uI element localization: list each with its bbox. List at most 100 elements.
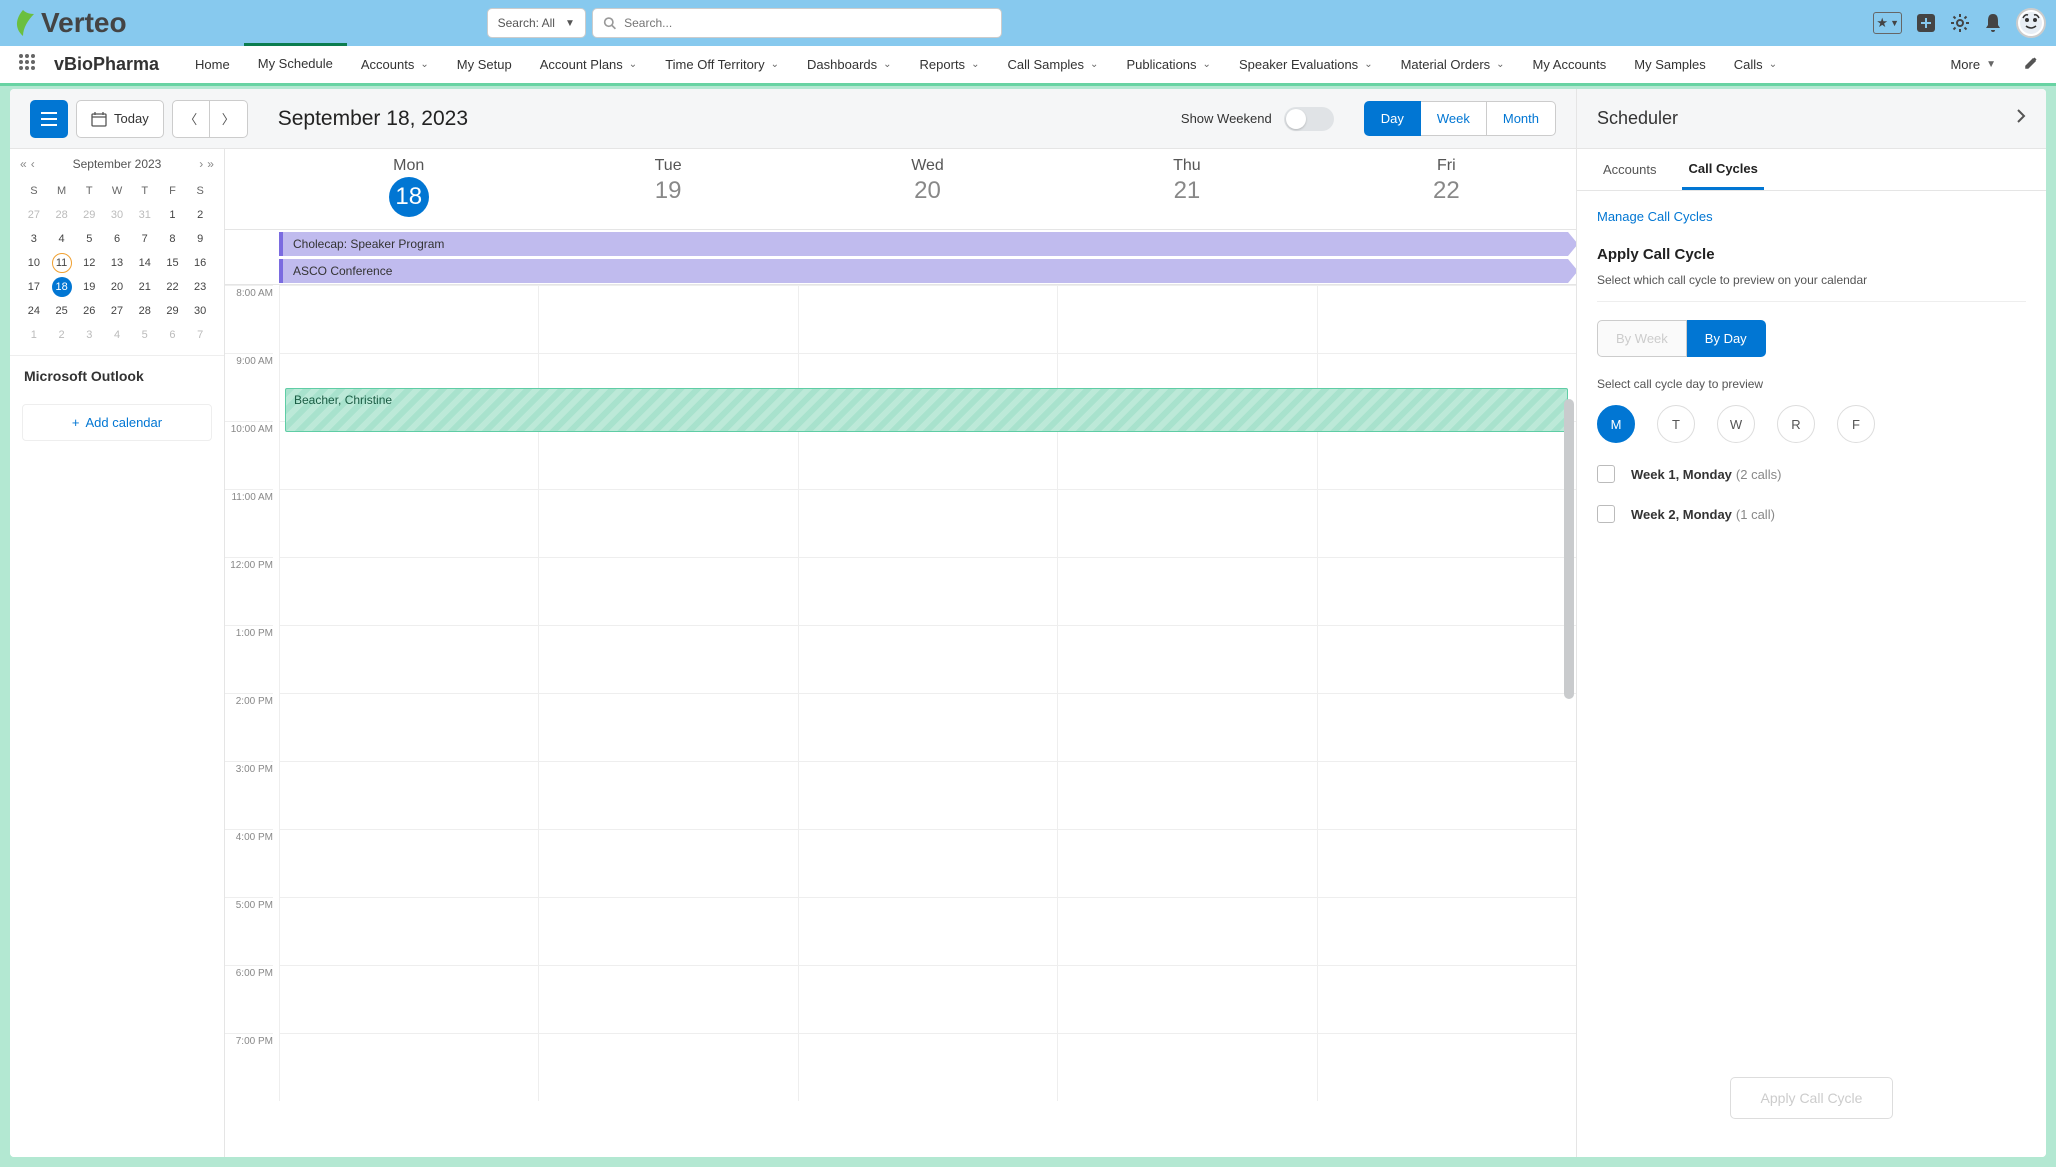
nav-tab[interactable]: Accounts⌄	[347, 46, 443, 83]
scrollbar-thumb[interactable]	[1564, 399, 1574, 699]
mini-day[interactable]: 5	[131, 323, 159, 347]
next-period-button[interactable]: 〉	[210, 100, 248, 138]
mini-day[interactable]: 26	[75, 299, 103, 323]
show-weekend-toggle[interactable]	[1284, 107, 1334, 131]
global-search[interactable]	[592, 8, 1002, 38]
nav-tab[interactable]: Calls⌄	[1720, 46, 1791, 83]
mini-day[interactable]: 18	[48, 275, 76, 299]
next-icon[interactable]: ›	[199, 157, 203, 171]
prev-icon[interactable]: ‹	[31, 157, 35, 171]
dow-button[interactable]: T	[1657, 405, 1695, 443]
mini-day[interactable]: 23	[186, 275, 214, 299]
dow-button[interactable]: W	[1717, 405, 1755, 443]
allday-event[interactable]: Cholecap: Speaker Program	[279, 232, 1568, 256]
nav-tab[interactable]: Time Off Territory⌄	[651, 46, 793, 83]
mini-day[interactable]: 20	[103, 275, 131, 299]
last-icon[interactable]: »	[207, 157, 214, 171]
mini-day[interactable]: 3	[75, 323, 103, 347]
mini-day[interactable]: 14	[131, 251, 159, 275]
mini-day[interactable]: 27	[20, 203, 48, 227]
scheduler-tab[interactable]: Accounts	[1597, 149, 1662, 190]
week-checkbox[interactable]	[1597, 505, 1615, 523]
calendar-event[interactable]: Beacher, Christine	[285, 388, 1568, 432]
mini-day[interactable]: 8	[159, 227, 187, 251]
mini-day[interactable]: 15	[159, 251, 187, 275]
mini-day[interactable]: 29	[75, 203, 103, 227]
notifications-button[interactable]	[1984, 13, 2002, 33]
nav-tab[interactable]: Dashboards⌄	[793, 46, 906, 83]
mini-day[interactable]: 28	[48, 203, 76, 227]
mini-day[interactable]: 6	[103, 227, 131, 251]
mini-day[interactable]: 1	[20, 323, 48, 347]
nav-tab[interactable]: My Setup	[443, 46, 526, 83]
mini-day[interactable]: 22	[159, 275, 187, 299]
mini-day[interactable]: 4	[103, 323, 131, 347]
mini-day[interactable]: 7	[131, 227, 159, 251]
nav-tab[interactable]: Material Orders⌄	[1387, 46, 1519, 83]
week-checkbox[interactable]	[1597, 465, 1615, 483]
mini-day[interactable]: 6	[159, 323, 187, 347]
mini-day[interactable]: 10	[20, 251, 48, 275]
view-week[interactable]: Week	[1421, 101, 1487, 136]
mini-day[interactable]: 11	[48, 251, 76, 275]
nav-more[interactable]: More▼	[1936, 57, 2010, 72]
by-day-button[interactable]: By Day	[1687, 320, 1766, 357]
nav-tab[interactable]: My Accounts	[1519, 46, 1621, 83]
mini-day[interactable]: 17	[20, 275, 48, 299]
by-week-button[interactable]: By Week	[1597, 320, 1687, 357]
nav-tab[interactable]: Call Samples⌄	[993, 46, 1112, 83]
app-launcher[interactable]	[18, 53, 36, 76]
scheduler-tab[interactable]: Call Cycles	[1682, 149, 1763, 190]
edit-nav-button[interactable]	[2024, 56, 2038, 73]
nav-tab[interactable]: Account Plans⌄	[526, 46, 652, 83]
mini-day[interactable]: 19	[75, 275, 103, 299]
mini-day[interactable]: 31	[131, 203, 159, 227]
add-calendar-button[interactable]: + Add calendar	[22, 404, 212, 441]
mini-day[interactable]: 4	[48, 227, 76, 251]
search-input[interactable]	[624, 16, 991, 30]
mini-day[interactable]: 2	[48, 323, 76, 347]
mini-day[interactable]: 13	[103, 251, 131, 275]
mini-day[interactable]: 29	[159, 299, 187, 323]
mini-day[interactable]: 1	[159, 203, 187, 227]
nav-tab[interactable]: Home	[181, 46, 244, 83]
mini-day[interactable]: 5	[75, 227, 103, 251]
mini-day[interactable]: 21	[131, 275, 159, 299]
today-button[interactable]: Today	[76, 100, 164, 138]
add-button[interactable]	[1916, 13, 1936, 33]
prev-period-button[interactable]: 〈	[172, 100, 210, 138]
dow-button[interactable]: M	[1597, 405, 1635, 443]
mini-day[interactable]: 2	[186, 203, 214, 227]
nav-tab[interactable]: My Schedule	[244, 43, 347, 80]
mini-day[interactable]: 30	[186, 299, 214, 323]
mini-day[interactable]: 27	[103, 299, 131, 323]
collapse-panel-button[interactable]	[2016, 108, 2026, 129]
view-day[interactable]: Day	[1364, 101, 1421, 136]
view-month[interactable]: Month	[1487, 101, 1556, 136]
timed-grid[interactable]: 8:00 AM9:00 AM10:00 AM11:00 AM12:00 PM1:…	[225, 285, 1576, 1157]
nav-tab[interactable]: Speaker Evaluations⌄	[1225, 46, 1387, 83]
mini-day[interactable]: 9	[186, 227, 214, 251]
nav-tab[interactable]: My Samples	[1620, 46, 1720, 83]
search-scope-dropdown[interactable]: Search: All ▼	[487, 8, 586, 38]
mini-day[interactable]: 30	[103, 203, 131, 227]
mini-day[interactable]: 16	[186, 251, 214, 275]
mini-day[interactable]: 24	[20, 299, 48, 323]
dow-button[interactable]: R	[1777, 405, 1815, 443]
first-icon[interactable]: «	[20, 157, 27, 171]
menu-toggle-button[interactable]	[30, 100, 68, 138]
dow-button[interactable]: F	[1837, 405, 1875, 443]
user-avatar[interactable]	[2016, 8, 2046, 38]
favorites-button[interactable]: ★▼	[1873, 12, 1902, 34]
manage-call-cycles-link[interactable]: Manage Call Cycles	[1597, 209, 2026, 224]
mini-day[interactable]: 28	[131, 299, 159, 323]
mini-day[interactable]: 25	[48, 299, 76, 323]
mini-day[interactable]: 3	[20, 227, 48, 251]
settings-button[interactable]	[1950, 13, 1970, 33]
mini-day[interactable]: 7	[186, 323, 214, 347]
nav-tab[interactable]: Reports⌄	[906, 46, 994, 83]
nav-tab[interactable]: Publications⌄	[1112, 46, 1225, 83]
mini-day[interactable]: 12	[75, 251, 103, 275]
allday-event[interactable]: ASCO Conference	[279, 259, 1568, 283]
apply-call-cycle-button[interactable]: Apply Call Cycle	[1730, 1077, 1894, 1119]
